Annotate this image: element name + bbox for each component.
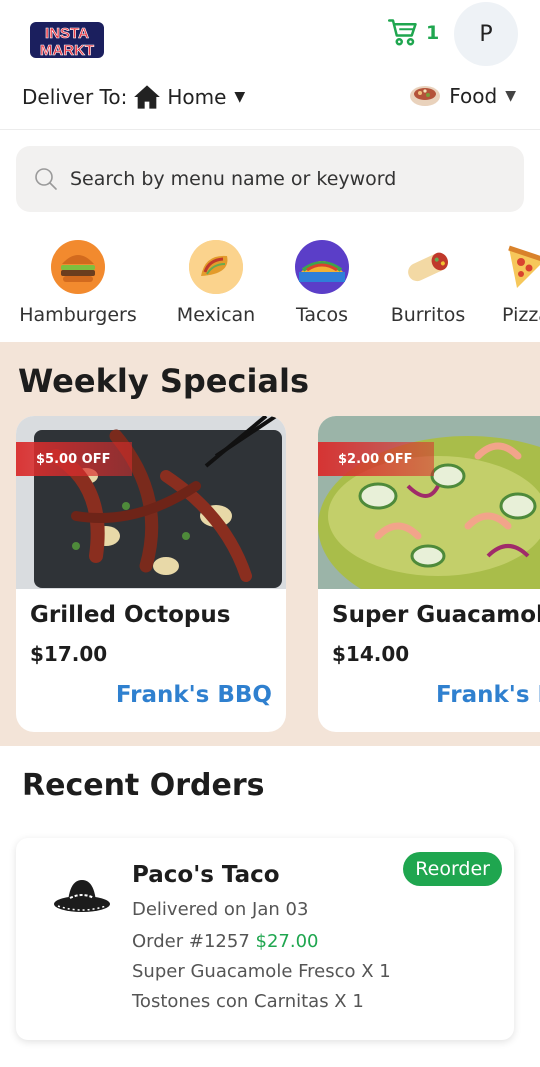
taco-icon (189, 240, 243, 294)
order-item: Tostones con Carnitas X 1 (132, 991, 364, 1012)
pizza-icon (499, 240, 540, 294)
category-label: Pizza (502, 304, 540, 326)
special-price: $17.00 (30, 642, 108, 666)
burrito-icon (401, 240, 455, 294)
cart-button[interactable]: 1 (388, 18, 439, 48)
food-bowl-icon (410, 86, 441, 106)
deliver-to-selector[interactable]: Deliver To: Home ▼ (22, 84, 245, 110)
discount-badge: $2.00 OFF (318, 442, 435, 476)
category-label: Tacos (295, 304, 349, 326)
order-number-row: Order #1257 $27.00 (132, 931, 318, 952)
search-placeholder: Search by menu name or keyword (70, 168, 397, 190)
shopping-cart-icon (388, 19, 417, 46)
special-price: $14.00 (332, 642, 410, 666)
category-selector[interactable]: Food ▼ (409, 84, 516, 108)
category-mexican[interactable]: Mexican (156, 240, 276, 326)
svg-text:INSTA: INSTA (45, 25, 89, 42)
section-title: Weekly Specials (18, 362, 310, 400)
order-status: Delivered on Jan 03 (132, 899, 309, 920)
order-number: Order #1257 (132, 931, 250, 952)
category-tacos[interactable]: Tacos (262, 240, 382, 326)
discount-badge: $5.00 OFF (16, 442, 133, 476)
category-pizza[interactable]: Pizza (466, 240, 540, 326)
user-avatar[interactable]: P (454, 2, 518, 66)
sombrero-icon (54, 880, 110, 912)
special-card[interactable]: $5.00 OFF Grilled Octopus $17.00 Frank's… (16, 416, 286, 732)
reorder-button[interactable]: Reorder (403, 852, 502, 886)
special-name: Grilled Octopus (30, 602, 231, 628)
restaurant-link[interactable]: Frank's BBQ (116, 682, 272, 708)
special-name: Super Guacamole Fresco (332, 602, 540, 628)
section-title: Recent Orders (22, 768, 265, 803)
order-item: Super Guacamole Fresco X 1 (132, 961, 391, 982)
weekly-specials-section: Weekly Specials $5.00 OFF Grilled Octopu… (0, 342, 540, 746)
category-list: Hamburgers Mexican Tacos Burritos Pizz (0, 232, 540, 342)
home-icon (134, 85, 161, 109)
order-total: $27.00 (255, 931, 319, 952)
category-label: Burritos (390, 304, 466, 326)
category-hamburgers[interactable]: Hamburgers (18, 240, 138, 326)
taco-icon (295, 240, 349, 294)
app-header: INSTA MARKT 1 P Deliver To: Home ▼ Food … (0, 0, 540, 130)
instamarkt-logo[interactable]: INSTA MARKT (28, 18, 106, 62)
chevron-down-icon: ▼ (234, 89, 246, 105)
search-bar[interactable]: Search by menu name or keyword (16, 146, 524, 212)
restaurant-link[interactable]: Frank's BBQ (436, 682, 540, 708)
order-restaurant-name: Paco's Taco (132, 862, 280, 888)
hamburger-icon (51, 240, 105, 294)
cart-count: 1 (426, 22, 440, 44)
search-icon (35, 168, 57, 190)
deliver-label: Deliver To: (22, 85, 128, 109)
chevron-down-icon: ▼ (505, 88, 516, 104)
category-label: Hamburgers (19, 304, 137, 326)
special-card[interactable]: $2.00 OFF Super Guacamole Fresco $14.00 … (318, 416, 540, 732)
category-label: Mexican (176, 304, 256, 326)
deliver-location: Home (167, 85, 227, 109)
category-selector-label: Food (449, 84, 498, 108)
svg-text:MARKT: MARKT (40, 42, 94, 59)
order-card[interactable]: Paco's Taco Reorder Delivered on Jan 03 … (16, 838, 514, 1040)
